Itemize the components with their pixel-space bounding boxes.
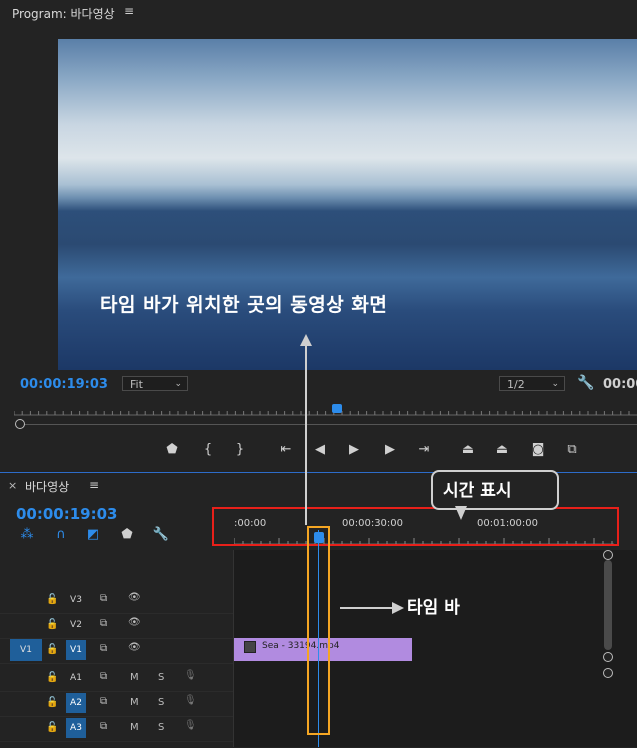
timebar-callout-text: 타임 바 xyxy=(407,598,460,618)
program-ruler[interactable] xyxy=(14,404,637,416)
marker-icon[interactable]: ⬟ xyxy=(162,442,182,457)
step-back-icon[interactable]: ◀ xyxy=(310,442,330,457)
track-header-a1[interactable]: 🔓 A1 ⧉ M S 🎙 xyxy=(0,666,233,692)
out-point-icon[interactable]: } xyxy=(230,442,250,457)
program-duration-timecode: 00:00 xyxy=(603,377,637,392)
eye-icon[interactable]: 👁 xyxy=(128,617,141,628)
track-name-v1[interactable]: V1 xyxy=(66,640,86,660)
annotation-arrow-right-head xyxy=(392,602,404,614)
resolution-dropdown[interactable]: 1/2 ⌄ xyxy=(499,376,565,391)
lock-icon[interactable]: 🔓 xyxy=(46,672,58,683)
step-forward-icon[interactable]: ▶ xyxy=(380,442,400,457)
video-tracks-scrollbar[interactable] xyxy=(604,560,612,650)
program-playhead[interactable] xyxy=(332,404,342,413)
sync-lock-icon[interactable]: ⧉ xyxy=(100,643,107,654)
lock-icon[interactable]: 🔓 xyxy=(46,619,58,630)
eye-icon[interactable]: 👁 xyxy=(128,642,141,653)
play-icon[interactable]: ▶ xyxy=(344,442,364,457)
hamburger-icon[interactable]: ≡ xyxy=(89,478,99,492)
zoom-scrollbar[interactable] xyxy=(20,424,637,425)
sync-lock-icon[interactable]: ⧉ xyxy=(100,671,107,682)
export-frame-icon[interactable]: ◙ xyxy=(528,442,548,457)
track-header-a2[interactable]: 🔓 A2 ⧉ M S 🎙 xyxy=(0,691,233,717)
track-name-v2[interactable]: V2 xyxy=(66,615,86,635)
chevron-down-icon: ⌄ xyxy=(551,379,559,389)
track-name-a3[interactable]: A3 xyxy=(66,718,86,738)
microphone-icon[interactable]: 🎙 xyxy=(184,670,197,681)
wrench-icon[interactable]: 🔧 xyxy=(577,375,594,391)
nest-icon[interactable]: ⁂ xyxy=(18,527,36,542)
clip-fx-icon xyxy=(244,641,256,653)
video-annotation: 타임 바가 위치한 곳의 동영상 화면 xyxy=(100,294,388,316)
scrollbar-handle[interactable] xyxy=(603,550,613,560)
lock-icon[interactable]: 🔓 xyxy=(46,697,58,708)
track-header-v1[interactable]: V1 🔓 V1 ⧉ 👁 xyxy=(0,638,233,664)
solo-button[interactable]: S xyxy=(158,672,164,683)
extract-icon[interactable]: ⏏ xyxy=(492,442,512,457)
scrollbar-handle[interactable] xyxy=(15,419,25,429)
time-display-highlight xyxy=(212,507,619,546)
sequence-title[interactable]: 바다영상 xyxy=(25,478,69,495)
add-marker-icon[interactable]: ⬟ xyxy=(118,527,136,542)
resolution-dropdown-label: 1/2 xyxy=(507,378,525,391)
lock-icon[interactable]: 🔓 xyxy=(46,644,58,655)
track-header-v3[interactable]: 🔓 V3 ⧉ 👁 xyxy=(0,588,233,614)
in-point-icon[interactable]: { xyxy=(198,442,218,457)
track-name-a2[interactable]: A2 xyxy=(66,693,86,713)
mute-button[interactable]: M xyxy=(130,697,139,708)
chevron-down-icon: ⌄ xyxy=(174,379,182,389)
zoom-dropdown[interactable]: Fit ⌄ xyxy=(122,376,188,391)
close-icon[interactable]: × xyxy=(8,479,17,492)
wrench-icon[interactable]: 🔧 xyxy=(152,527,170,542)
program-timecode[interactable]: 00:00:19:03 xyxy=(20,377,108,392)
linked-selection-icon[interactable]: ◩ xyxy=(84,527,102,542)
lock-icon[interactable]: 🔓 xyxy=(46,722,58,733)
annotation-arrow-right xyxy=(340,607,394,609)
go-to-out-icon[interactable]: ⇥ xyxy=(414,442,434,457)
track-name-a1[interactable]: A1 xyxy=(66,668,86,688)
scrollbar-handle[interactable] xyxy=(603,652,613,662)
sync-lock-icon[interactable]: ⧉ xyxy=(100,593,107,604)
solo-button[interactable]: S xyxy=(158,722,164,733)
annotation-arrow-up xyxy=(305,343,307,525)
time-display-callout-text: 시간 표시 xyxy=(443,481,512,501)
sync-lock-icon[interactable]: ⧉ xyxy=(100,618,107,629)
timebar-highlight xyxy=(307,526,330,735)
mute-button[interactable]: M xyxy=(130,672,139,683)
sync-lock-icon[interactable]: ⧉ xyxy=(100,696,107,707)
track-header-v2[interactable]: 🔓 V2 ⧉ 👁 xyxy=(0,613,233,639)
sync-lock-icon[interactable]: ⧉ xyxy=(100,721,107,732)
track-header-a3[interactable]: 🔓 A3 ⧉ M S 🎙 xyxy=(0,716,233,742)
track-name-v3[interactable]: V3 xyxy=(66,590,86,610)
solo-button[interactable]: S xyxy=(158,697,164,708)
microphone-icon[interactable]: 🎙 xyxy=(184,720,197,731)
mute-button[interactable]: M xyxy=(130,722,139,733)
lift-icon[interactable]: ⏏ xyxy=(458,442,478,457)
source-patch-v1[interactable]: V1 xyxy=(10,639,42,661)
annotation-arrow-up-head xyxy=(300,334,312,346)
scrollbar-handle[interactable] xyxy=(603,668,613,678)
snap-icon[interactable]: ∩ xyxy=(52,527,70,542)
hamburger-icon[interactable]: ≡ xyxy=(124,4,134,18)
comparison-icon[interactable]: ⧉ xyxy=(562,442,582,457)
video-preview xyxy=(58,39,637,370)
callout-tail xyxy=(455,506,467,520)
microphone-icon[interactable]: 🎙 xyxy=(184,695,197,706)
go-to-in-icon[interactable]: ⇤ xyxy=(276,442,296,457)
eye-icon[interactable]: 👁 xyxy=(128,592,141,603)
zoom-dropdown-label: Fit xyxy=(130,378,143,391)
sequence-timecode[interactable]: 00:00:19:03 xyxy=(16,505,118,523)
program-title[interactable]: Program: 바다영상 xyxy=(12,5,115,22)
lock-icon[interactable]: 🔓 xyxy=(46,594,58,605)
